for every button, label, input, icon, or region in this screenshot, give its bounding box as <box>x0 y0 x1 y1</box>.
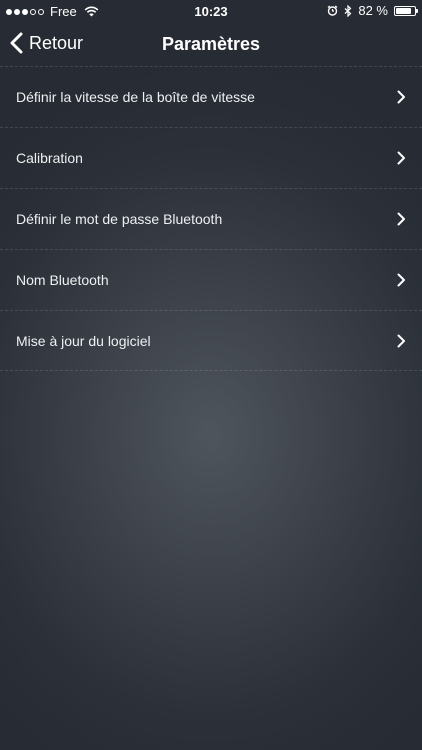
status-bar: Free 10:23 82 % <box>0 0 422 22</box>
battery-percent: 82 % <box>358 3 388 18</box>
navigation-bar: Retour Paramètres <box>0 22 422 66</box>
menu-item-software-update[interactable]: Mise à jour du logiciel <box>0 310 422 371</box>
menu-item-label: Définir la vitesse de la boîte de vitess… <box>16 89 255 105</box>
alarm-icon <box>327 5 338 16</box>
battery-icon <box>394 5 418 16</box>
menu-item-label: Mise à jour du logiciel <box>16 332 151 349</box>
menu-item-label: Définir le mot de passe Bluetooth <box>16 211 223 227</box>
chevron-right-icon <box>397 334 406 348</box>
bluetooth-icon <box>344 4 352 17</box>
menu-item-bluetooth-password[interactable]: Définir le mot de passe Bluetooth <box>0 188 422 249</box>
chevron-right-icon <box>397 273 406 287</box>
menu-item-label: Nom Bluetooth <box>16 272 109 288</box>
settings-menu: Définir la vitesse de la boîte de vitess… <box>0 66 422 371</box>
page-title: Paramètres <box>161 34 261 54</box>
menu-item-bluetooth-name[interactable]: Nom Bluetooth <box>0 249 422 310</box>
menu-item-gearbox-speed[interactable]: Définir la vitesse de la boîte de vitess… <box>0 66 422 127</box>
chevron-right-icon <box>397 212 406 226</box>
chevron-right-icon <box>397 90 406 104</box>
menu-item-calibration[interactable]: Calibration <box>0 127 422 188</box>
battery-level <box>396 7 411 14</box>
menu-item-label: Calibration <box>16 150 83 166</box>
status-right: 82 % <box>327 3 418 18</box>
chevron-right-icon <box>397 151 406 165</box>
